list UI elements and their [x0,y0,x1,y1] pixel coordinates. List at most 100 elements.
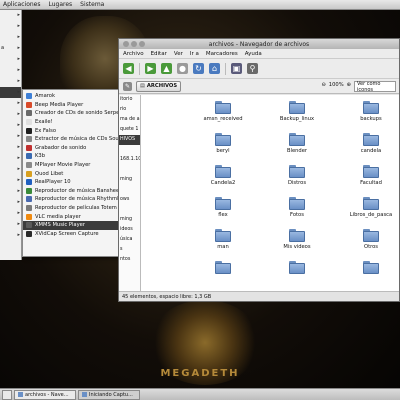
sidebar-item[interactable]: ming [119,175,140,185]
folder-item[interactable]: flex [189,197,257,221]
menu-category[interactable] [0,208,21,219]
folder-item[interactable]: Blender [263,133,331,157]
menu-category[interactable] [0,175,21,186]
menu-category[interactable] [0,186,21,197]
folder-item[interactable]: Otros [337,229,400,253]
sidebar-item[interactable]: ntos [119,255,140,265]
folder-item[interactable]: backups [337,101,400,125]
sidebar-item[interactable] [119,145,140,155]
menu-category[interactable] [0,120,21,131]
sidebar-item[interactable]: s [119,245,140,255]
sidebar-item[interactable]: itorio [119,95,140,105]
folder-item[interactable]: Fotos [263,197,331,221]
folder-item[interactable]: Candela2 [189,165,257,189]
sidebar-item[interactable] [119,185,140,195]
sidebar-item[interactable]: ideos [119,225,140,235]
menu-category[interactable]: a [0,43,21,54]
zoom-out-icon[interactable]: ⊖ [321,82,325,88]
folder-item[interactable]: amsn_received [189,101,257,125]
folder-item[interactable]: man [189,229,257,253]
menu-category[interactable] [0,164,21,175]
sidebar-item[interactable]: quete 1 [119,125,140,135]
menu-archivo[interactable]: Archivo [123,51,144,57]
folder-item[interactable] [263,261,331,285]
menu-category[interactable] [0,131,21,142]
folder-item[interactable]: Mis videos [263,229,331,253]
menu-category[interactable] [0,10,21,21]
sidebar-item[interactable] [119,205,140,215]
sidebar-item[interactable]: ma de archivos [119,115,140,125]
sidebar-item[interactable]: HIVOS [119,135,140,145]
menu-ir-a[interactable]: Ir a [190,51,199,57]
menu-item-label: Reproductor de películas Totem [35,205,117,212]
menu-editar[interactable]: Editar [151,51,167,57]
toggle-location-icon[interactable]: ✎ [123,81,132,91]
search-icon[interactable]: ⚲ [247,63,258,74]
folder-item[interactable] [337,261,400,285]
sidebar-item[interactable]: 168.1.10 [119,155,140,165]
home-icon[interactable]: ⌂ [209,63,220,74]
back-icon[interactable]: ◀ [123,63,134,74]
folder-icon [215,165,231,178]
menu-category[interactable] [0,219,21,230]
folder-body [215,231,231,242]
folder-name: Mis videos [283,244,311,250]
menu-marcadores[interactable]: Marcadores [206,51,238,57]
maximize-icon[interactable] [139,41,145,47]
menu-category[interactable] [0,153,21,164]
up-icon[interactable]: ▲ [161,63,172,74]
folder-item[interactable]: Libros_de_pasca [337,197,400,221]
folder-item[interactable]: Distros [263,165,331,189]
top-menu-2[interactable]: Sistema [80,1,104,8]
menu-category[interactable] [0,54,21,65]
sidebar-item[interactable]: ming [119,215,140,225]
menu-category[interactable] [0,98,21,109]
menu-ayuda[interactable]: Ayuda [245,51,262,57]
menu-item-label: Ex Falso [35,127,56,134]
folder-item[interactable] [189,261,257,285]
folder-item[interactable]: candela [337,133,400,157]
sidebar-item[interactable]: rio [119,105,140,115]
folder-item[interactable]: beryl [189,133,257,157]
close-icon[interactable] [123,41,129,47]
folder-icon [363,101,379,114]
folder-name: amsn_received [203,116,243,122]
window-titlebar[interactable]: archivos - Navegador de archivos [119,39,399,49]
menu-category[interactable] [0,21,21,32]
sidebar-item[interactable]: ows [119,195,140,205]
top-menu-1[interactable]: Lugares [48,1,72,8]
folder-name: Candela2 [210,180,236,186]
menu-item-label: Amarok [35,93,55,100]
menu-category[interactable] [0,197,21,208]
folder-icon [215,229,231,242]
breadcrumb[interactable]: ▤ ARCHIVOS [136,80,182,92]
folder-name: Fotos [290,212,304,218]
forward-icon[interactable]: ▶ [145,63,156,74]
menu-category[interactable] [0,32,21,43]
taskbar-button[interactable]: archivos - Nave... [14,389,76,400]
toolbar-separator [225,62,226,75]
reload-icon[interactable]: ↻ [193,63,204,74]
minimize-icon[interactable] [131,41,137,47]
zoom-in-icon[interactable]: ⊕ [347,82,351,88]
top-menu-0[interactable]: Aplicaciones [3,1,40,8]
folder-item[interactable]: Facultad [337,165,400,189]
window-title: archivos - Navegador de archivos [208,40,310,48]
menu-category[interactable] [0,230,21,241]
app-icon [26,213,32,220]
taskbar-button[interactable]: Iniciando Captu... [78,389,140,400]
view-selector[interactable]: Ver como iconos [354,81,396,93]
menu-category[interactable] [0,109,21,120]
menu-category[interactable] [0,65,21,76]
stop-icon[interactable]: ● [177,63,188,74]
show-desktop-icon[interactable] [2,389,12,400]
menu-category[interactable] [0,76,21,87]
menu-category[interactable] [0,142,21,153]
sidebar-item[interactable] [119,165,140,175]
folder-name: Libros_de_pasca [349,212,393,218]
sidebar-item[interactable]: úsica [119,235,140,245]
computer-icon[interactable]: ▣ [231,63,242,74]
folder-item[interactable]: Backup_linux [263,101,331,125]
menu-ver[interactable]: Ver [174,51,183,57]
menu-category[interactable] [0,87,21,98]
